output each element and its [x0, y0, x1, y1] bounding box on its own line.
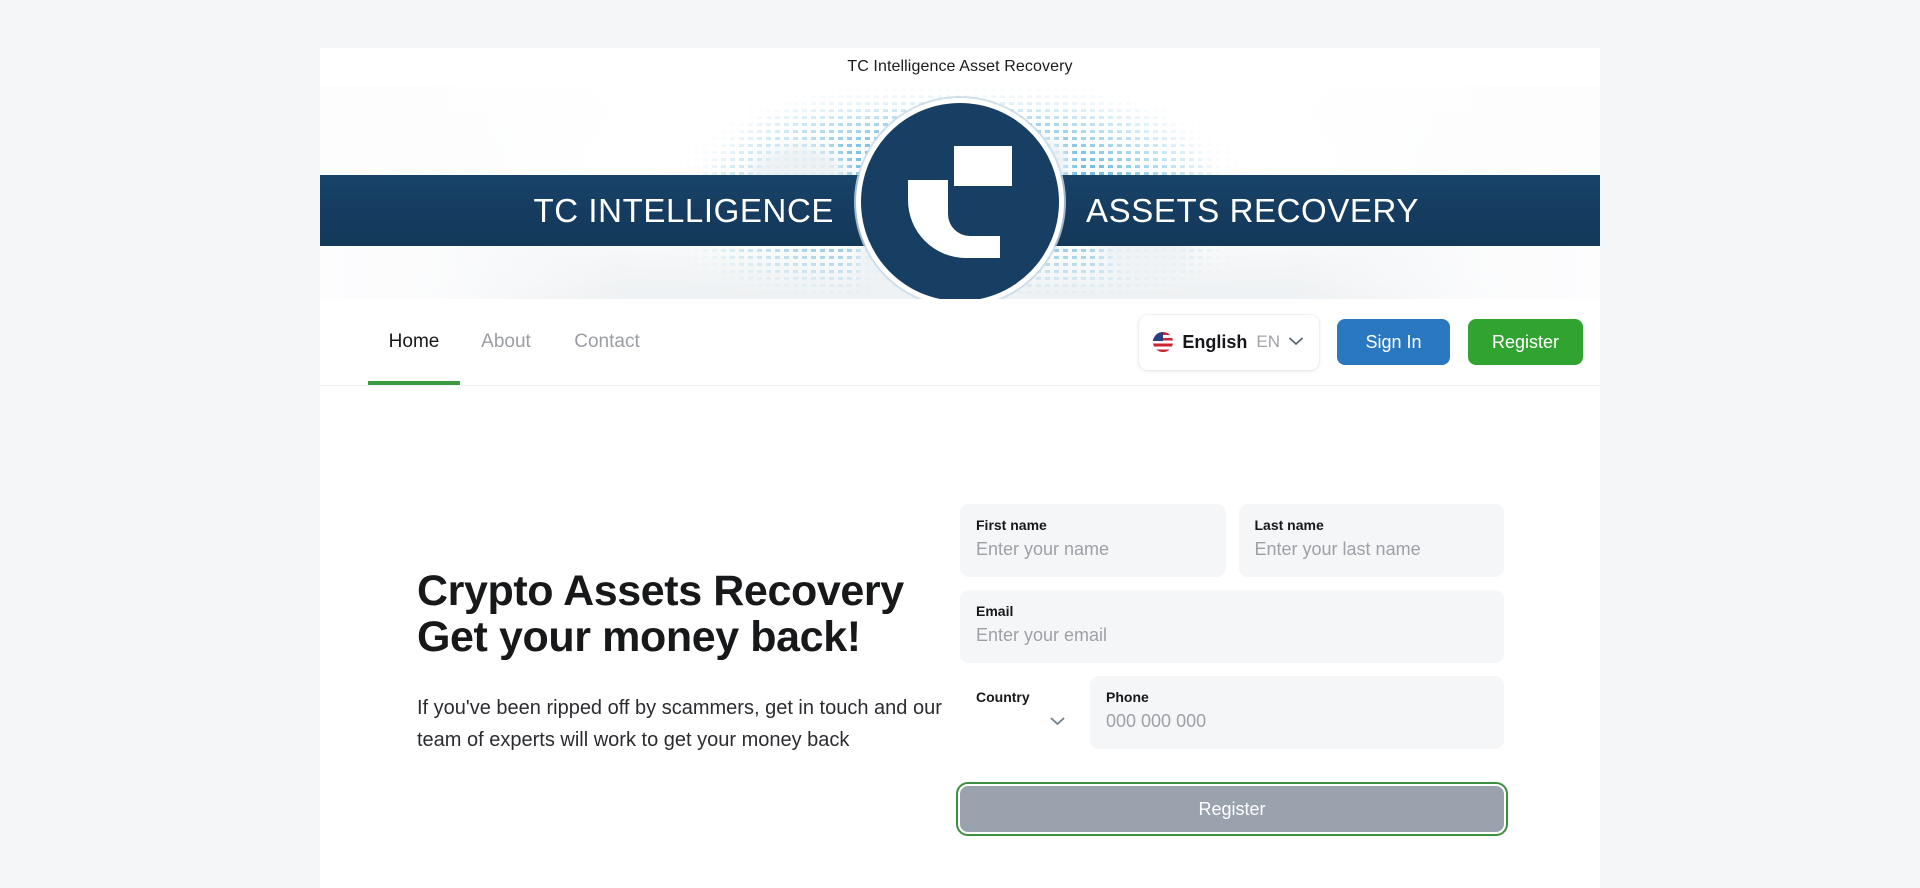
email-field[interactable]: Email	[960, 590, 1504, 663]
first-name-label: First name	[976, 517, 1047, 533]
form-row-country-phone: Country Phone	[960, 676, 1504, 749]
last-name-input[interactable]	[1254, 539, 1488, 560]
language-selector[interactable]: English EN	[1139, 314, 1319, 370]
country-select[interactable]: Country	[960, 676, 1077, 749]
form-row-names: First name Last name	[960, 504, 1504, 577]
hero-subtext: If you've been ripped off by scammers, g…	[417, 697, 942, 752]
window-title-bar: TC Intelligence Asset Recovery	[320, 48, 1600, 86]
phone-input[interactable]	[1106, 711, 1488, 732]
page-root: TC Intelligence Asset Recovery TC INTELL…	[0, 0, 1920, 888]
tc-logo-icon	[861, 103, 1059, 299]
us-flag-icon	[1153, 332, 1174, 352]
email-label: Email	[976, 603, 1014, 619]
register-submit-button[interactable]: Register	[956, 782, 1508, 836]
hero-banner: TC INTELLIGENCE ASSETS RECOVERY	[320, 86, 1600, 299]
submit-row: Register	[956, 782, 1508, 836]
sign-in-button[interactable]: Sign In	[1337, 319, 1450, 365]
tab-about[interactable]: About	[460, 299, 552, 385]
registration-form: First name Last name Email	[956, 482, 1600, 888]
register-nav-button[interactable]: Register	[1468, 319, 1583, 365]
phone-field[interactable]: Phone	[1090, 676, 1504, 749]
tab-home[interactable]: Home	[368, 299, 460, 385]
form-row-email: Email	[960, 590, 1504, 663]
language-code: EN	[1256, 332, 1280, 351]
email-input[interactable]	[976, 625, 1488, 646]
last-name-field[interactable]: Last name	[1238, 504, 1504, 577]
nav-left-spacer	[320, 342, 368, 343]
first-name-field[interactable]: First name	[960, 504, 1226, 577]
page-title: TC Intelligence Asset Recovery	[847, 58, 1073, 75]
chevron-down-icon	[1050, 713, 1065, 731]
main-navigation: Home About Contact English EN Sign In Re…	[320, 299, 1600, 386]
hero-section: Crypto Assets Recovery Get your money ba…	[320, 386, 1600, 888]
language-name: English	[1182, 331, 1248, 352]
first-name-input[interactable]	[976, 539, 1210, 560]
content-card: TC Intelligence Asset Recovery TC INTELL…	[320, 48, 1600, 888]
hero-headline: Crypto Assets Recovery Get your money ba…	[417, 567, 904, 661]
phone-label: Phone	[1106, 689, 1149, 705]
nav-tabs: Home About Contact	[368, 299, 662, 385]
last-name-label: Last name	[1254, 517, 1324, 533]
nav-actions: English EN Sign In Register	[1139, 314, 1600, 370]
chevron-down-icon	[1289, 333, 1303, 351]
country-label: Country	[976, 689, 1030, 705]
tab-contact[interactable]: Contact	[552, 299, 662, 385]
hero-copy: Crypto Assets Recovery Get your money ba…	[320, 482, 960, 888]
